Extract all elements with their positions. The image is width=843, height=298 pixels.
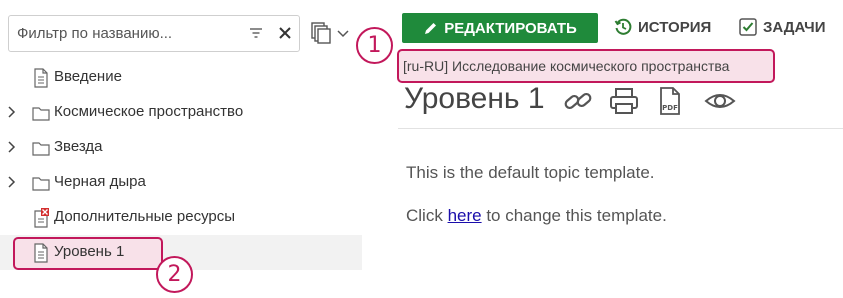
checkbox-checked-icon [739,18,757,36]
language-tag: [ru-RU] Исследование космического простр… [397,49,775,83]
filter-icon[interactable] [249,26,263,40]
chevron-right-icon[interactable] [6,141,16,153]
tree-item-label: Звезда [54,138,103,155]
chevron-down-icon [337,30,349,38]
link-icon[interactable] [562,86,594,116]
document-error-icon [34,208,49,228]
tree-item-resources[interactable]: Дополнительные ресурсы [0,200,362,235]
view-options-button[interactable] [311,22,351,44]
tree-item-space[interactable]: Космическое пространство [0,95,362,130]
here-link[interactable]: here [448,206,482,225]
edit-button[interactable]: РЕДАКТИРОВАТЬ [402,13,598,43]
close-icon[interactable] [278,26,292,40]
content-line-2: Click here to change this template. [406,206,667,226]
divider [398,128,843,129]
copy-stack-icon [311,22,331,44]
preview-eye-icon[interactable] [704,86,736,116]
folder-icon [32,177,50,191]
tree-item-label: Уровень 1 [54,243,125,260]
document-icon [34,243,48,263]
tree-item-intro[interactable]: Введение [0,60,362,95]
print-icon[interactable] [608,86,640,116]
history-icon [614,18,632,35]
folder-icon [32,142,50,156]
tree-item-label: Введение [54,68,122,85]
chevron-right-icon[interactable] [6,106,16,118]
history-label: ИСТОРИЯ [638,18,712,36]
topic-panel: РЕДАКТИРОВАТЬ ИСТОРИЯ ЗАДАЧИ [ru-RU] Исс… [362,0,843,298]
folder-icon [32,107,50,121]
pdf-icon[interactable]: PDF [654,86,686,116]
tasks-label: ЗАДАЧИ [763,18,826,36]
chevron-right-icon[interactable] [6,176,16,188]
tree-item-star[interactable]: Звезда [0,130,362,165]
content-line-1: This is the default topic template. [406,163,655,182]
tree-item-label: Черная дыра [54,173,146,190]
left-panel: Введение Космическое пространство Звезда [0,0,362,298]
tree-item-label: Дополнительные ресурсы [54,208,236,225]
edit-button-label: РЕДАКТИРОВАТЬ [444,19,577,37]
pdf-icon-text: PDF [662,104,678,112]
content-text: to change this template. [481,206,667,225]
callout-badge-1: 1 [356,27,393,64]
tasks-button[interactable]: ЗАДАЧИ [739,18,825,36]
page-title: Уровень 1 [404,82,545,115]
content-text: Click [406,206,448,225]
callout-badge-2: 2 [156,256,193,293]
history-button[interactable]: ИСТОРИЯ [614,18,711,36]
filter-box [8,15,300,52]
tree-item-black-hole[interactable]: Черная дыра [0,165,362,200]
filter-input[interactable] [17,16,242,51]
document-icon [34,68,48,88]
tree-item-label: Космическое пространство [54,103,244,120]
pencil-icon [425,22,437,34]
topic-content: This is the default topic template. Clic… [406,163,667,249]
